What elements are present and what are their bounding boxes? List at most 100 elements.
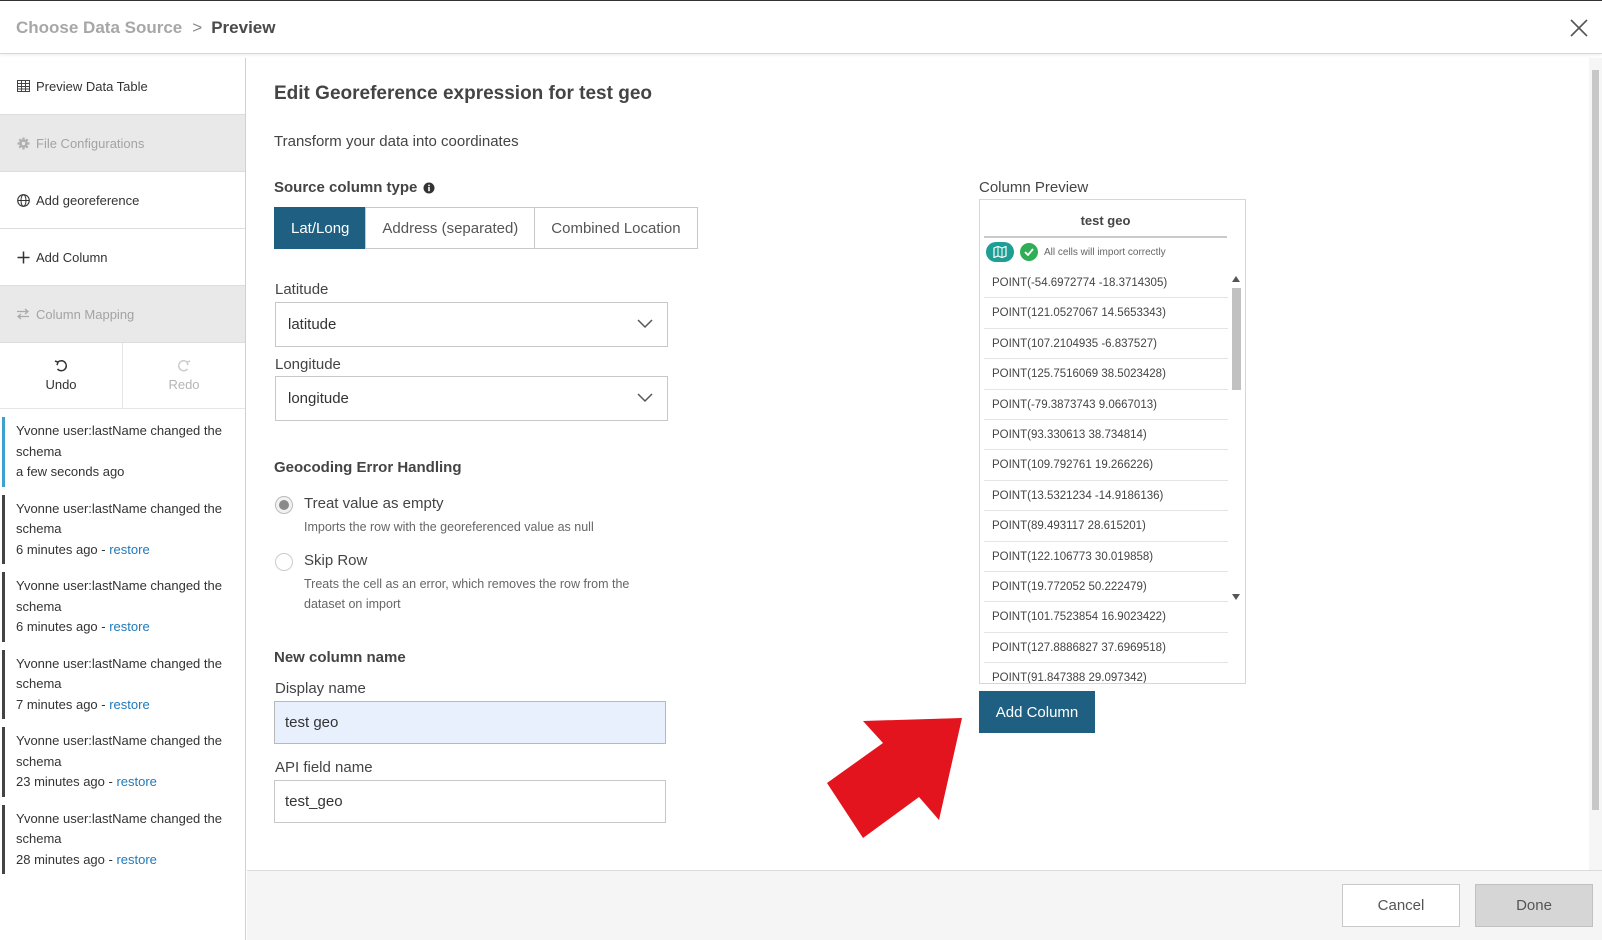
restore-link[interactable]: restore <box>109 697 149 712</box>
breadcrumb-current: Preview <box>211 18 276 37</box>
longitude-select-value: longitude <box>288 390 349 407</box>
latitude-label: Latitude <box>275 281 329 298</box>
undo-button[interactable]: Undo <box>0 343 122 408</box>
import-status: All cells will import correctly <box>986 242 1166 262</box>
display-name-input[interactable] <box>274 701 666 744</box>
preview-scrollbar[interactable] <box>1229 274 1243 682</box>
chevron-down-icon <box>637 319 653 329</box>
page-scroll-thumb[interactable] <box>1592 70 1599 810</box>
display-name-label: Display name <box>275 680 366 697</box>
plus-icon <box>16 250 30 264</box>
undo-redo-bar: Undo Redo <box>0 343 245 409</box>
restore-link[interactable]: restore <box>109 542 149 557</box>
restore-link[interactable]: restore <box>116 852 156 867</box>
source-type-label-text: Source column type <box>274 179 418 196</box>
sidebar-item-file-configurations[interactable]: File Configurations <box>0 115 245 172</box>
page-subtitle: Transform your data into coordinates <box>274 133 519 150</box>
sidebar-item-label: Add Column <box>36 249 108 265</box>
sidebar-item-label: File Configurations <box>36 135 145 151</box>
history-time: 23 minutes ago - <box>16 774 117 789</box>
map-badge[interactable] <box>986 242 1014 262</box>
source-type-address-separated[interactable]: Address (separated) <box>365 207 536 249</box>
radio-selected-dot <box>279 500 289 510</box>
history-text: Yvonne user:lastName changed the schema <box>16 733 222 769</box>
sidebar-item-preview-data-table[interactable]: Preview Data Table <box>0 58 245 115</box>
redo-icon <box>177 359 191 371</box>
page-title: Edit Georeference expression for test ge… <box>274 83 653 104</box>
preview-cell: POINT(125.7516069 38.5023428) <box>984 359 1228 390</box>
info-icon[interactable] <box>423 182 435 194</box>
geocoding-error-handling-label: Geocoding Error Handling <box>274 459 462 476</box>
history-text: Yvonne user:lastName changed the schema <box>16 423 222 459</box>
latitude-select[interactable]: latitude <box>275 302 668 347</box>
error-option-treat-empty[interactable]: Treat value as empty Imports the row wit… <box>275 495 664 537</box>
history-time: 6 minutes ago - <box>16 619 110 634</box>
source-column-type-label: Source column type <box>274 179 435 196</box>
radio-title: Treat value as empty <box>304 495 444 512</box>
source-type-lat-long[interactable]: Lat/Long <box>274 207 367 249</box>
history-time: a few seconds ago <box>16 464 125 479</box>
redo-label: Redo <box>168 376 200 392</box>
preview-cell: POINT(122.106773 30.019858) <box>984 542 1228 572</box>
swap-arrows-icon <box>16 307 30 321</box>
preview-scroll-thumb[interactable] <box>1232 288 1241 390</box>
radio-skip-row[interactable] <box>275 553 293 571</box>
history-item: Yvonne user:lastName changed the schema … <box>2 727 241 797</box>
sidebar-item-label: Add georeference <box>36 192 140 208</box>
latitude-select-value: latitude <box>288 316 337 333</box>
add-column-button[interactable]: Add Column <box>979 691 1095 733</box>
history-item: Yvonne user:lastName changed the schema … <box>2 572 241 642</box>
preview-cell: POINT(121.0527067 14.5653343) <box>984 298 1228 329</box>
history-text: Yvonne user:lastName changed the schema <box>16 655 222 692</box>
restore-link[interactable]: restore <box>116 774 156 789</box>
sidebar-item-add-georeference[interactable]: Add georeference <box>0 172 245 229</box>
sidebar-item-add-column[interactable]: Add Column <box>0 229 245 286</box>
sidebar-item-column-mapping[interactable]: Column Mapping <box>0 286 245 343</box>
radio-title: Skip Row <box>304 552 368 569</box>
history-item: Yvonne user:lastName changed the schema … <box>2 804 241 874</box>
column-preview-list: POINT(-54.6972774 -18.3714305) POINT(121… <box>984 268 1228 683</box>
globe-icon <box>16 193 30 207</box>
preview-cell: POINT(91.847388 29.097342) <box>984 663 1228 683</box>
preview-cell: POINT(127.8886827 37.6969518) <box>984 633 1228 664</box>
history-item: Yvonne user:lastName changed the schema … <box>2 494 241 564</box>
history-time: 7 minutes ago - <box>16 696 110 712</box>
longitude-select[interactable]: longitude <box>275 376 668 421</box>
preview-cell: POINT(-79.3873743 9.0667013) <box>984 390 1228 420</box>
radio-description: Imports the row with the georeferenced v… <box>304 520 594 534</box>
api-field-name-input[interactable] <box>274 780 666 823</box>
column-preview-label: Column Preview <box>979 179 1089 196</box>
page-scrollbar[interactable] <box>1589 58 1602 870</box>
scroll-up-icon[interactable] <box>1232 276 1240 282</box>
history-text: Yvonne user:lastName changed the schema <box>16 578 222 614</box>
restore-link[interactable]: restore <box>109 619 149 634</box>
close-icon[interactable] <box>1568 17 1590 39</box>
longitude-label: Longitude <box>275 356 341 373</box>
check-circle-icon <box>1020 243 1038 261</box>
footer-bar: Cancel Done <box>247 870 1602 940</box>
redo-button[interactable]: Redo <box>122 343 245 408</box>
scroll-down-icon[interactable] <box>1232 594 1240 600</box>
history-time: 28 minutes ago - <box>16 851 117 867</box>
gear-icon <box>16 136 30 150</box>
main-panel: Edit Georeference expression for test ge… <box>247 58 1589 870</box>
sidebar-item-label: Column Mapping <box>36 306 135 322</box>
source-type-combined-location[interactable]: Combined Location <box>534 207 698 249</box>
column-preview-header: test geo <box>984 200 1227 238</box>
chevron-down-icon <box>637 393 653 403</box>
error-option-skip-row[interactable]: Skip Row Treats the cell as an error, wh… <box>275 552 664 614</box>
radio-description: Treats the cell as an error, which remov… <box>304 577 630 611</box>
breadcrumb-parent[interactable]: Choose Data Source <box>16 18 182 38</box>
history-item: Yvonne user:lastName changed the schema … <box>2 417 241 487</box>
history-text: Yvonne user:lastName changed the schema <box>16 500 222 537</box>
done-button[interactable]: Done <box>1475 884 1593 927</box>
top-bar: Choose Data Source > Preview <box>0 0 1602 54</box>
history-text: Yvonne user:lastName changed the schema <box>16 810 222 847</box>
cancel-button[interactable]: Cancel <box>1342 884 1460 927</box>
undo-label: Undo <box>45 376 77 392</box>
table-icon <box>16 79 30 93</box>
history-item: Yvonne user:lastName changed the schema … <box>2 649 241 719</box>
red-arrow-annotation <box>827 718 962 838</box>
preview-cell: POINT(109.792761 19.266226) <box>984 450 1228 481</box>
radio-treat-empty[interactable] <box>275 496 293 514</box>
